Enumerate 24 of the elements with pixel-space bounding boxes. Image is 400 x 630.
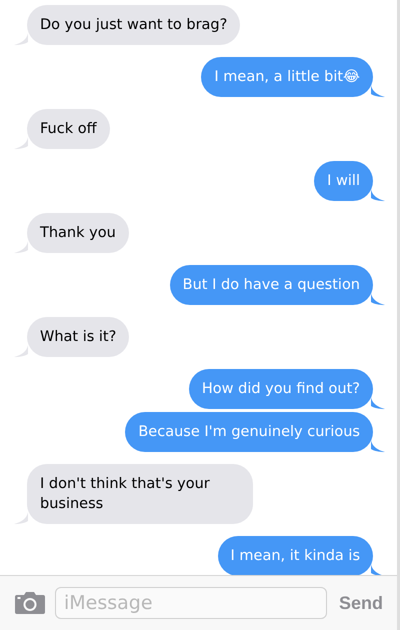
bubble-tail <box>371 440 385 452</box>
message-field[interactable]: iMessage <box>55 587 327 619</box>
message-bubble: Thank you <box>27 213 129 253</box>
message-bubble: But I do have a question <box>170 265 373 305</box>
bubble-tail <box>14 33 28 45</box>
message-bubble: How did you find out? <box>188 369 373 409</box>
bubble-tail <box>14 137 28 149</box>
message-bubble: What is it? <box>27 317 130 357</box>
message-bubble: I will <box>314 161 373 201</box>
bubble-tail <box>371 397 385 409</box>
bubble-tail <box>371 293 385 305</box>
bubble-tail <box>371 189 385 201</box>
message-bubble: I mean, it kinda is <box>218 536 373 576</box>
message-bubble: I mean, a little bit😂 <box>201 57 373 97</box>
send-button[interactable]: Send <box>336 592 383 614</box>
message-bubble: I don't think that's your business <box>27 464 253 524</box>
message-bubble: Fuck off <box>27 109 110 149</box>
message-bubble: Do you just want to brag? <box>27 5 240 45</box>
bubble-tail <box>371 85 385 97</box>
bubble-tail <box>14 512 28 524</box>
camera-icon[interactable] <box>15 592 45 614</box>
message-bubble: Because I'm genuinely curious <box>125 412 373 452</box>
bubble-tail <box>14 241 28 253</box>
bubble-tail <box>14 345 28 357</box>
